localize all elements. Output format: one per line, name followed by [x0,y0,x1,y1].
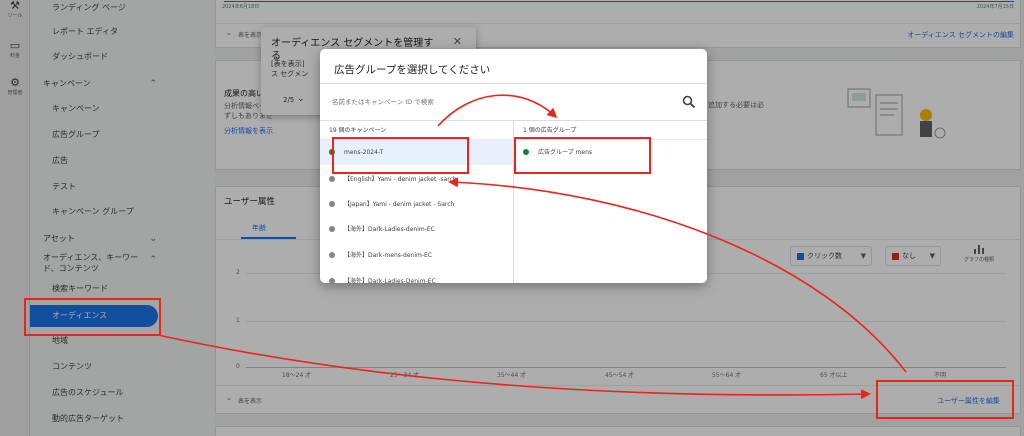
annotation-arrows [157,94,907,400]
